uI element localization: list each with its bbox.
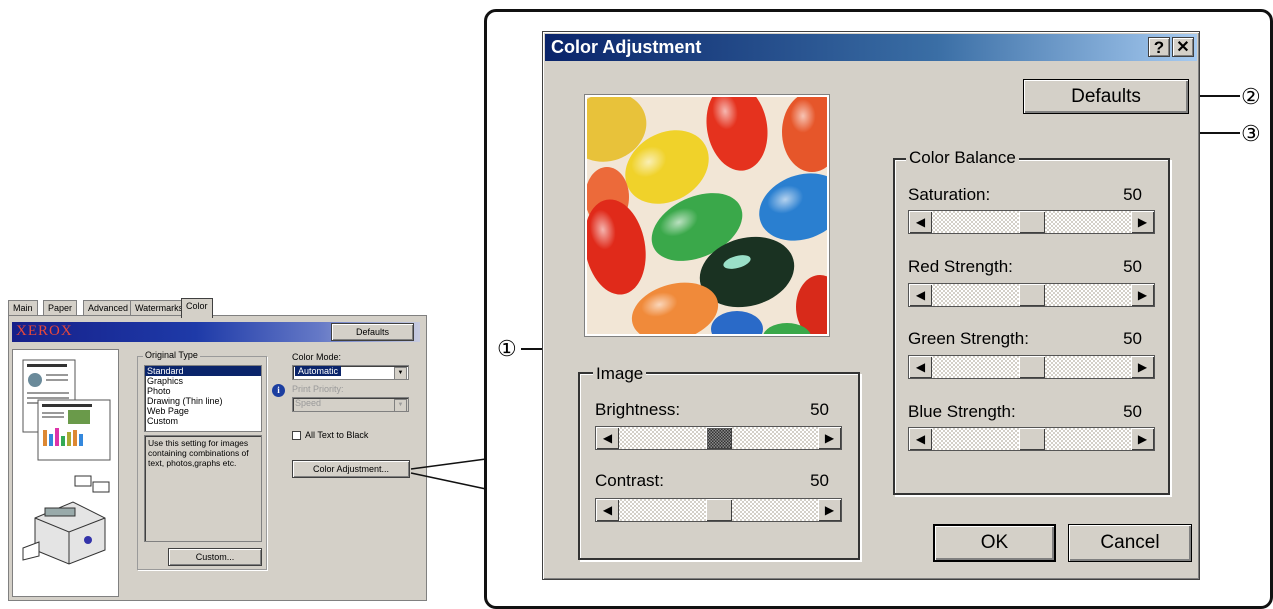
arrow-left-icon[interactable]: ◀ [596, 499, 619, 521]
arrow-left-icon[interactable]: ◀ [909, 284, 932, 306]
contrast-slider-thumb[interactable] [705, 499, 732, 521]
defaults-button[interactable]: Defaults [1023, 79, 1189, 114]
arrow-right-icon[interactable]: ▶ [1131, 356, 1154, 378]
tab-color[interactable]: Color [181, 298, 213, 318]
arrow-left-icon[interactable]: ◀ [909, 428, 932, 450]
arrow-right-icon[interactable]: ▶ [1131, 428, 1154, 450]
arrow-left-icon[interactable]: ◀ [596, 427, 619, 449]
close-icon[interactable]: ✕ [1172, 37, 1194, 57]
green-strength-value: 50 [1123, 329, 1142, 348]
red-strength-label: Red Strength: [908, 257, 1013, 276]
saturation-label: Saturation: [908, 185, 991, 204]
green-strength-label: Green Strength: [908, 329, 1029, 348]
preview-image [584, 94, 830, 337]
callout-3: ③ [1241, 121, 1261, 146]
contrast-slider[interactable]: ◀ ▶ [595, 498, 842, 522]
green-strength-slider-thumb[interactable] [1018, 356, 1045, 378]
arrow-right-icon[interactable]: ▶ [1131, 211, 1154, 233]
cancel-button[interactable]: Cancel [1068, 524, 1192, 562]
arrow-right-icon[interactable]: ▶ [818, 427, 841, 449]
red-strength-slider[interactable]: ◀ ▶ [908, 283, 1155, 307]
brightness-value: 50 [810, 400, 829, 419]
arrow-left-icon[interactable]: ◀ [909, 211, 932, 233]
callout-1: ① [497, 336, 517, 361]
contrast-value: 50 [810, 471, 829, 490]
contrast-label: Contrast: [595, 471, 664, 490]
color-balance-label: Color Balance [906, 148, 1019, 168]
red-strength-value: 50 [1123, 257, 1142, 276]
blue-strength-slider-thumb[interactable] [1018, 428, 1045, 450]
brightness-slider[interactable]: ◀ ▶ [595, 426, 842, 450]
saturation-slider-thumb[interactable] [1018, 211, 1045, 233]
arrow-right-icon[interactable]: ▶ [1131, 284, 1154, 306]
help-button[interactable]: ? [1148, 37, 1170, 57]
blue-strength-value: 50 [1123, 402, 1142, 421]
blue-strength-label: Blue Strength: [908, 402, 1016, 421]
brightness-label: Brightness: [595, 400, 681, 419]
brightness-slider-thumb[interactable] [705, 427, 732, 449]
blue-strength-slider[interactable]: ◀ ▶ [908, 427, 1155, 451]
green-strength-slider[interactable]: ◀ ▶ [908, 355, 1155, 379]
callout-2: ② [1241, 84, 1261, 109]
saturation-slider[interactable]: ◀ ▶ [908, 210, 1155, 234]
red-strength-slider-thumb[interactable] [1018, 284, 1045, 306]
saturation-value: 50 [1123, 185, 1142, 204]
arrow-left-icon[interactable]: ◀ [909, 356, 932, 378]
ok-button[interactable]: OK [933, 524, 1056, 562]
arrow-right-icon[interactable]: ▶ [818, 499, 841, 521]
dialog-title: Color Adjustment [551, 37, 702, 57]
image-group-label: Image [593, 364, 647, 384]
